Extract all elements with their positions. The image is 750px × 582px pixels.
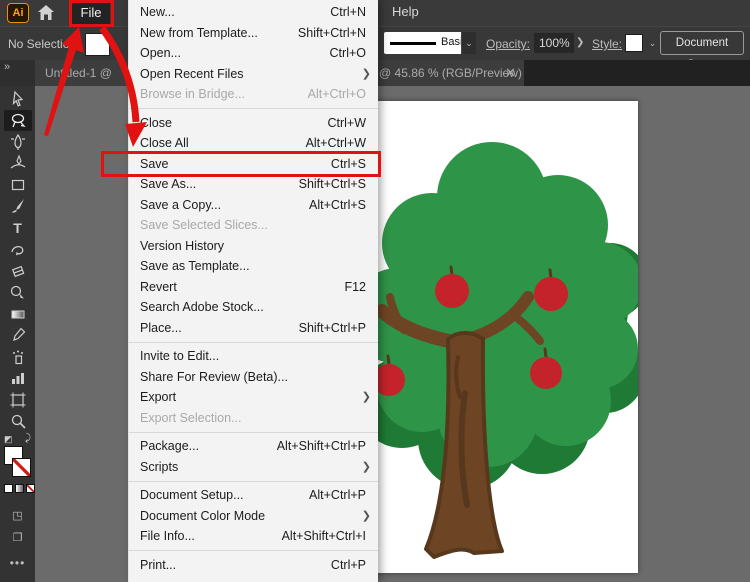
document-setup-button[interactable]: Document Setup <box>660 31 744 55</box>
pen-tool[interactable] <box>4 131 32 153</box>
submenu-chevron-icon: ❯ <box>362 506 371 527</box>
none-button[interactable] <box>26 484 35 493</box>
eyedropper-tool[interactable] <box>4 325 32 347</box>
menu-item-file-info[interactable]: File Info...Alt+Shift+Ctrl+I <box>129 526 378 547</box>
document-tab-title: Untitled-1 @ <box>45 66 112 80</box>
type-tool[interactable]: T <box>4 217 32 239</box>
screen-mode-icon[interactable]: ❐ <box>13 526 23 548</box>
menu-item-scripts[interactable]: Scripts❯ <box>129 457 378 478</box>
menu-separator <box>129 432 378 433</box>
shape-builder-tool[interactable] <box>4 282 32 304</box>
shaper-tool[interactable] <box>4 239 32 261</box>
menu-item-new[interactable]: New...Ctrl+N <box>129 2 378 23</box>
stroke-preview-line <box>390 42 436 45</box>
apple-tree-illustration <box>370 101 638 573</box>
menu-item-open[interactable]: Open...Ctrl+O <box>129 43 378 64</box>
selection-status-label: No Selection <box>8 37 76 51</box>
menu-item-save-a-copy[interactable]: Save a Copy...Alt+Ctrl+S <box>129 195 378 216</box>
artboard[interactable] <box>370 101 638 573</box>
stroke-color-control[interactable] <box>12 458 31 477</box>
file-menu-button[interactable]: File <box>72 2 110 24</box>
menu-item-new-from-template[interactable]: New from Template...Shift+Ctrl+N <box>129 23 378 44</box>
edit-toolbar-icon[interactable]: ••• <box>10 556 26 570</box>
gradient-button[interactable] <box>15 484 24 493</box>
document-tab-zoom-and-mode: @ 45.86 % (RGB/Preview) <box>379 66 522 80</box>
color-button[interactable] <box>4 484 13 493</box>
rectangle-tool[interactable] <box>4 174 32 196</box>
selection-tool[interactable] <box>4 88 32 110</box>
style-label[interactable]: Style: <box>592 37 622 51</box>
menu-separator <box>129 550 378 551</box>
opacity-stepper-icon[interactable]: ❯ <box>576 37 584 48</box>
menu-separator <box>129 108 378 109</box>
stroke-dropdown-chevron-icon[interactable]: ⌄ <box>461 32 476 54</box>
menu-item-package[interactable]: Package...Alt+Shift+Ctrl+P <box>129 436 378 457</box>
fill-color-swatch[interactable] <box>85 33 110 56</box>
panel-header-strip: » <box>0 60 35 86</box>
help-menu-button[interactable]: Help <box>392 4 419 19</box>
menu-item-open-recent-files[interactable]: Open Recent Files❯ <box>129 64 378 85</box>
menu-item-print[interactable]: Print...Ctrl+P <box>129 555 378 576</box>
eraser-tool[interactable] <box>4 260 32 282</box>
menu-item-document-setup[interactable]: Document Setup...Alt+Ctrl+P <box>129 485 378 506</box>
menu-item-revert[interactable]: RevertF12 <box>129 277 378 298</box>
panel-expand-icon[interactable]: » <box>4 61 11 73</box>
menu-item-export[interactable]: Export❯ <box>129 387 378 408</box>
fill-stroke-controls: ◩ ⤸ <box>0 434 35 504</box>
menu-item-browse-in-bridge: Browse in Bridge...Alt+Ctrl+O <box>129 84 378 105</box>
file-menu-panel: New...Ctrl+N New from Template...Shift+C… <box>128 0 378 582</box>
zoom-tool[interactable] <box>4 411 32 433</box>
menu-item-search-adobe-stock[interactable]: Search Adobe Stock... <box>129 297 378 318</box>
menu-item-close-all[interactable]: Close AllAlt+Ctrl+W <box>129 133 378 154</box>
tab-close-icon[interactable]: ✕ <box>505 65 516 81</box>
artboard-tool[interactable] <box>4 389 32 411</box>
menu-item-save-as-template[interactable]: Save as Template... <box>129 256 378 277</box>
style-swatch[interactable] <box>625 34 643 52</box>
default-fill-stroke-icon[interactable]: ◩ <box>4 434 13 445</box>
color-mode-buttons <box>4 484 35 493</box>
opacity-label[interactable]: Opacity: <box>486 37 530 51</box>
submenu-chevron-icon: ❯ <box>362 387 371 408</box>
menu-item-invite-to-edit[interactable]: Invite to Edit... <box>129 346 378 367</box>
opacity-input[interactable]: 100% <box>534 33 574 53</box>
swap-fill-stroke-icon[interactable]: ⤸ <box>25 433 31 444</box>
paintbrush-tool[interactable] <box>4 196 32 218</box>
draw-mode-icon[interactable]: ◳ <box>12 504 22 526</box>
menu-item-save[interactable]: SaveCtrl+S <box>129 154 378 175</box>
menu-item-place[interactable]: Place...Shift+Ctrl+P <box>129 318 378 339</box>
illustrator-window: Ai File Help No Selection Basic ⌄ Opacit… <box>0 0 750 582</box>
tools-panel: T ◩ ⤸ <box>0 86 35 582</box>
submenu-chevron-icon: ❯ <box>362 457 371 478</box>
menu-item-export-selection: Export Selection... <box>129 408 378 429</box>
menu-item-document-color-mode[interactable]: Document Color Mode❯ <box>129 506 378 527</box>
symbol-sprayer-tool[interactable] <box>4 346 32 368</box>
menu-separator <box>129 481 378 482</box>
menu-item-save-selected-slices: Save Selected Slices... <box>129 215 378 236</box>
menu-item-share-for-review[interactable]: Share For Review (Beta)... <box>129 367 378 388</box>
illustrator-logo-icon[interactable]: Ai <box>7 3 29 23</box>
menu-separator <box>129 342 378 343</box>
menu-item-close[interactable]: CloseCtrl+W <box>129 113 378 134</box>
menu-item-version-history[interactable]: Version History <box>129 236 378 257</box>
curvature-tool[interactable] <box>4 153 32 175</box>
submenu-chevron-icon: ❯ <box>362 64 371 85</box>
style-dropdown-chevron-icon[interactable]: ⌄ <box>645 32 660 54</box>
stroke-style-dropdown[interactable]: Basic <box>384 32 461 54</box>
lasso-tool[interactable] <box>4 110 32 132</box>
home-icon[interactable] <box>37 4 55 26</box>
graph-tool[interactable] <box>4 368 32 390</box>
gradient-tool[interactable] <box>4 303 32 325</box>
menu-item-save-as[interactable]: Save As...Shift+Ctrl+S <box>129 174 378 195</box>
